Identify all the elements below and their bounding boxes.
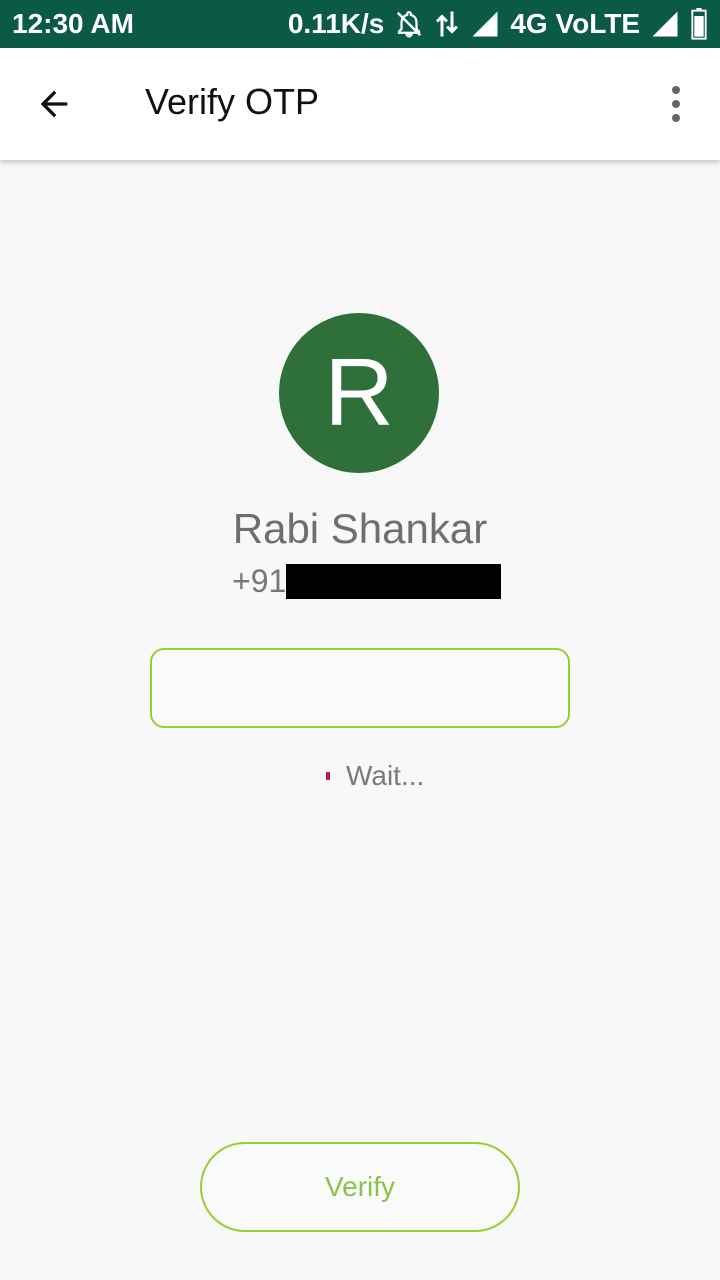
otp-input[interactable] xyxy=(150,648,570,728)
phone-redacted xyxy=(286,563,502,599)
avatar-initial: R xyxy=(324,339,394,446)
spinner-icon xyxy=(326,772,330,780)
network-type: 4G VoLTE xyxy=(510,8,640,39)
verify-button[interactable]: Verify xyxy=(200,1142,520,1232)
avatar: R xyxy=(279,313,439,473)
signal-icon-2 xyxy=(650,9,680,39)
status-bar: 12:30 AM 0.11K/s 4G VoLTE xyxy=(0,0,720,48)
phone-prefix: +91 xyxy=(232,562,287,599)
network-speed: 0.11K/s xyxy=(287,8,385,39)
more-vert-icon xyxy=(672,86,680,94)
bell-off-icon xyxy=(394,9,424,39)
arrow-left-icon xyxy=(40,90,68,118)
battery-icon xyxy=(690,8,708,40)
signal-icon xyxy=(470,9,500,39)
status-indicators: 0.11K/s 4G VoLTE xyxy=(288,8,708,40)
data-transfer-icon xyxy=(434,9,460,39)
back-button[interactable] xyxy=(22,72,86,136)
overflow-menu-button[interactable] xyxy=(652,72,700,136)
status-time: 12:30 AM xyxy=(12,8,134,39)
page-title: Verify OTP xyxy=(145,81,320,122)
phone-number: +91 xyxy=(232,562,502,599)
user-name: Rabi Shankar xyxy=(232,505,488,552)
wait-indicator: Wait... xyxy=(326,760,424,792)
wait-text: Wait... xyxy=(346,760,425,791)
app-bar: Verify OTP xyxy=(0,48,720,160)
